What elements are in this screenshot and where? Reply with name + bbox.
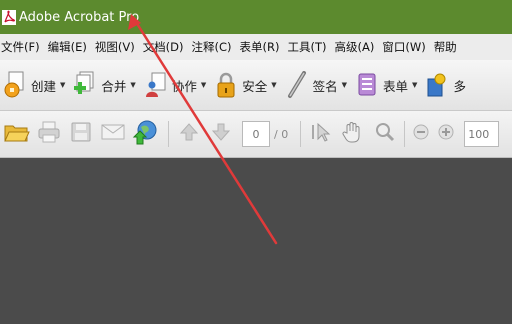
acrobat-window: Adobe Acrobat Pro 文件(F) 编辑(E) 视图(V) 文档(D… — [0, 0, 512, 324]
lock-icon — [213, 70, 239, 100]
file-toolbar: 0 / 0 100 — [0, 111, 512, 158]
page-number-input[interactable]: 0 — [242, 121, 270, 147]
next-page-icon — [210, 121, 232, 147]
multimedia-label: 多 — [453, 78, 466, 94]
window-title: Adobe Acrobat Pro — [19, 9, 140, 25]
menu-help[interactable]: 帮助 — [430, 34, 461, 60]
previous-page-button[interactable] — [173, 118, 204, 150]
print-icon — [37, 121, 61, 147]
zoom-in-button[interactable] — [434, 118, 458, 150]
next-page-button[interactable] — [205, 118, 236, 150]
chevron-down-icon: ▼ — [200, 81, 207, 89]
combine-label: 合并 — [101, 78, 127, 94]
globe-icon — [132, 119, 158, 149]
menu-window[interactable]: 窗口(W) — [378, 34, 429, 60]
sign-label: 签名 — [312, 78, 338, 94]
select-tool-button[interactable] — [305, 118, 336, 150]
collaborate-button[interactable]: 协作 ▼ — [141, 65, 211, 105]
menu-forms[interactable]: 表单(R) — [236, 34, 284, 60]
secure-label: 安全 — [242, 78, 268, 94]
open-button[interactable] — [1, 118, 32, 150]
create-button[interactable]: 创建 ▼ — [0, 65, 70, 105]
create-pdf-icon — [2, 70, 28, 100]
chevron-down-icon: ▼ — [412, 81, 418, 89]
select-tool-icon — [310, 121, 332, 147]
acrobat-logo-icon — [2, 9, 16, 25]
menu-edit[interactable]: 编辑(E) — [44, 34, 91, 60]
hand-icon — [341, 120, 365, 148]
secure-button[interactable]: 安全 ▼ — [211, 65, 281, 105]
menu-file[interactable]: 文件(F) — [0, 34, 44, 60]
previous-page-icon — [178, 121, 200, 147]
create-label: 创建 — [31, 78, 57, 94]
menu-view[interactable]: 视图(V) — [91, 34, 139, 60]
email-icon — [100, 121, 126, 147]
save-icon — [70, 121, 92, 147]
combine-button[interactable]: 合并 ▼ — [70, 65, 140, 105]
zoom-in-icon — [437, 123, 455, 145]
toolbar-divider — [300, 121, 302, 147]
zoom-tool-button[interactable] — [369, 118, 400, 150]
hand-tool-button[interactable] — [337, 118, 368, 150]
document-area[interactable] — [0, 158, 512, 324]
menu-comments[interactable]: 注释(C) — [188, 34, 236, 60]
toolbar-divider — [404, 121, 406, 147]
menu-tools[interactable]: 工具(T) — [284, 34, 331, 60]
menu-bar: 文件(F) 编辑(E) 视图(V) 文档(D) 注释(C) 表单(R) 工具(T… — [0, 34, 512, 61]
chevron-down-icon: ▼ — [60, 81, 66, 89]
email-button[interactable] — [97, 118, 128, 150]
chevron-down-icon: ▼ — [271, 81, 277, 89]
chevron-down-icon: ▼ — [130, 81, 136, 89]
print-button[interactable] — [33, 118, 64, 150]
task-toolbar: 创建 ▼ 合并 ▼ 协作 ▼ 安全 ▼ 签名 ▼ 表单 ▼ 多 — [0, 60, 512, 111]
collaborate-icon — [143, 70, 169, 100]
pen-icon — [284, 70, 310, 100]
multimedia-icon — [424, 70, 450, 100]
open-folder-icon — [3, 121, 30, 147]
web-upload-button[interactable] — [129, 118, 160, 150]
combine-icon — [72, 70, 98, 100]
multimedia-button[interactable]: 多 — [422, 65, 471, 105]
sign-button[interactable]: 签名 ▼ — [282, 65, 352, 105]
title-bar: Adobe Acrobat Pro — [0, 0, 512, 34]
forms-button[interactable]: 表单 ▼ — [352, 65, 422, 105]
menu-document[interactable]: 文档(D) — [139, 34, 188, 60]
collaborate-label: 协作 — [171, 78, 197, 94]
toolbar-divider — [168, 121, 169, 147]
zoom-level-input[interactable]: 100 — [464, 121, 500, 147]
chevron-down-icon: ▼ — [341, 81, 348, 89]
menu-advanced[interactable]: 高级(A) — [331, 34, 379, 60]
form-icon — [354, 70, 380, 100]
zoom-out-icon — [412, 123, 430, 145]
forms-label: 表单 — [383, 78, 409, 94]
save-button[interactable] — [65, 118, 96, 150]
zoom-out-button[interactable] — [409, 118, 433, 150]
zoom-tool-icon — [374, 121, 396, 147]
page-total: / 0 — [274, 127, 289, 141]
